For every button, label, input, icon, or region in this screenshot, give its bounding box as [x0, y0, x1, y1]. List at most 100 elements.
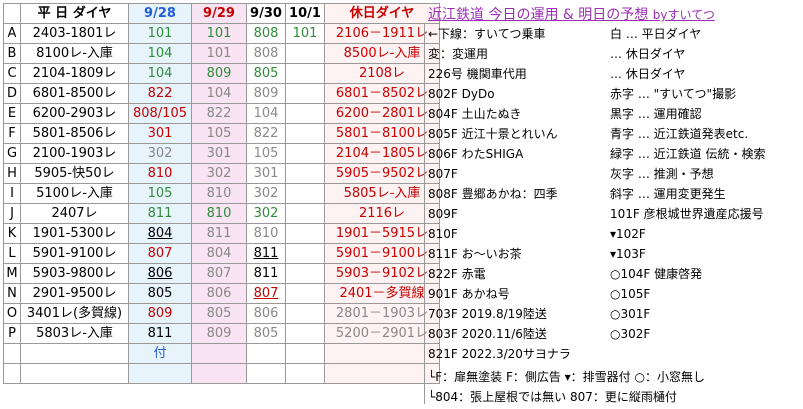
cell-train: 2403-1801レ: [20, 23, 129, 44]
cell-d3: 806: [246, 303, 286, 324]
legend-item: 802F DyDo: [428, 87, 495, 101]
cell-hol: 6200－2801レ: [324, 103, 440, 124]
cell-train: 6801-8500レ: [20, 83, 129, 104]
cell-d4: [285, 43, 325, 64]
cell-d1: 805: [128, 283, 192, 304]
header-date3: 9/30: [246, 3, 286, 24]
cell-d4: [285, 103, 325, 124]
legend-item: 変：変運用: [428, 47, 489, 61]
title-by: byすいてつ: [652, 8, 715, 22]
legend-item: 901F あかね号: [428, 287, 510, 301]
cell-d1: 104: [128, 43, 192, 64]
header-date4: 10/1: [285, 3, 325, 24]
cell-d2: 809: [191, 63, 247, 84]
header-holiday: 休日ダイヤ: [324, 3, 440, 24]
cell-d3: 805: [246, 63, 286, 84]
cell-d2: 807: [191, 263, 247, 284]
table-row: F 5801-8506レ 301 105 822 5801－8100レ: [3, 123, 440, 144]
cell-d1: 105: [128, 183, 192, 204]
table-row: J 2407レ 811 810 302 2116レ: [3, 203, 440, 224]
cell-train: 5100レ-入庫: [20, 183, 129, 204]
table-row: L 5901-9100レ 807 804 811 5901－9100レ: [3, 243, 440, 264]
legend2-item: 斜字 … 運用変更発生: [610, 187, 726, 201]
legend-item: 822F 赤電: [428, 267, 486, 281]
legend2-item: ○301F: [610, 307, 651, 321]
legend2-item: 白 … 平日ダイヤ: [610, 27, 702, 41]
cell-hol: 5905－9502レ: [324, 163, 440, 184]
cell-hol: 2104－1805レ: [324, 143, 440, 164]
legend-item: 810F: [428, 227, 458, 241]
cell-d1: 807: [128, 243, 192, 264]
cell-d2: 302: [191, 163, 247, 184]
cell-key: K: [3, 223, 21, 244]
legend-item: 804F 土山たぬき: [428, 107, 522, 121]
legend2-item: ▾103F: [610, 247, 646, 261]
cell-d1: 804: [128, 223, 192, 244]
table-row: D 6801-8500レ 822 104 809 6801－8502レ: [3, 83, 440, 104]
cell-d2: 101: [191, 23, 247, 44]
cell-d1: 301: [128, 123, 192, 144]
cell-hol: 5801－8100レ: [324, 123, 440, 144]
cell-d4: [285, 143, 325, 164]
cell-train: 3401レ(多賀線): [20, 303, 129, 324]
legend2-item: 緑字 … 近江鉄道 伝統・検索: [610, 147, 766, 161]
table-row: B 8100レ-入庫 104 101 808 8500レ-入庫: [3, 43, 440, 64]
cell-key: I: [3, 183, 21, 204]
cell-d4: [285, 123, 325, 144]
cell-d1: 811: [128, 203, 192, 224]
legend2-item: 灰字 … 推測・予想: [610, 167, 714, 181]
divider: [424, 24, 425, 404]
cell-train: 8100レ-入庫: [20, 43, 129, 64]
cell-d1: 809: [128, 303, 192, 324]
cell-key: L: [3, 243, 21, 264]
cell-train: 5803レ-入庫: [20, 323, 129, 344]
cell-key: G: [3, 143, 21, 164]
legend-item: 809F: [428, 207, 458, 221]
legend-item: 805F 近江十景とれいん: [428, 127, 558, 141]
cell-d4: [285, 303, 325, 324]
cell-d3: 809: [246, 83, 286, 104]
cell-d2: 806: [191, 283, 247, 304]
legend-item: 808F 豊郷あかね：四季: [428, 187, 558, 201]
legend2-item: 赤字 … "すいてつ"撮影: [610, 87, 737, 101]
cell-d1: 104: [128, 63, 192, 84]
cell-d1: 810: [128, 163, 192, 184]
cell-d3: 104: [246, 103, 286, 124]
cell-train: 1901-5300レ: [20, 223, 129, 244]
cell-train: 6200-2903レ: [20, 103, 129, 124]
cell-d4: [285, 163, 325, 184]
table-row: A 2403-1801レ 101 101 808 101 2106－1911レ: [3, 23, 440, 44]
table-row: H 5905-快50レ 810 302 301 5905－9502レ: [3, 163, 440, 184]
cell-d3: 105: [246, 143, 286, 164]
table-row: M 5903-9800レ 806 807 811 5903－9102レ: [3, 263, 440, 284]
table-row: G 2100-1903レ 302 301 105 2104－1805レ: [3, 143, 440, 164]
header-date2: 9/29: [191, 3, 247, 24]
cell-key: B: [3, 43, 21, 64]
cell-train: 2407レ: [20, 203, 129, 224]
cell-key: C: [3, 63, 21, 84]
legend2-item: 101F 彦根城世界遺産応援号: [610, 207, 764, 221]
legend2-item: ○302F: [610, 327, 651, 341]
cell-d1: 808/105: [128, 103, 192, 124]
cell-hol: 2106－1911レ: [324, 23, 440, 44]
cell-d2: 810: [191, 203, 247, 224]
legend2-item: … 休日ダイヤ: [610, 67, 686, 81]
cell-key: A: [3, 23, 21, 44]
cell-d2: 301: [191, 143, 247, 164]
cell-d3: 810: [246, 223, 286, 244]
table-row: K 1901-5300レ 804 811 810 1901－5915レ: [3, 223, 440, 244]
cell-d2: 822: [191, 103, 247, 124]
cell-train: 5903-9800レ: [20, 263, 129, 284]
cell-d2: 104: [191, 83, 247, 104]
table-row: E 6200-2903レ 808/105 822 104 6200－2801レ: [3, 103, 440, 124]
cell-key: D: [3, 83, 21, 104]
header-key: [3, 3, 21, 24]
cell-d3: 807: [246, 283, 286, 304]
legend-item: 806F わたSHIGA: [428, 147, 524, 161]
cell-d3: 301: [246, 163, 286, 184]
cell-d4: [285, 183, 325, 204]
cell-hol: 5903－9102レ: [324, 263, 440, 284]
cell-hol: 5200－2901レ: [324, 323, 440, 344]
bottom-note-1: └F：扉無塗装 F：側広告 ▾：排雪器付 ○：小窓無し: [428, 370, 705, 384]
legend2-item: 黒字 … 運用確認: [610, 107, 702, 121]
